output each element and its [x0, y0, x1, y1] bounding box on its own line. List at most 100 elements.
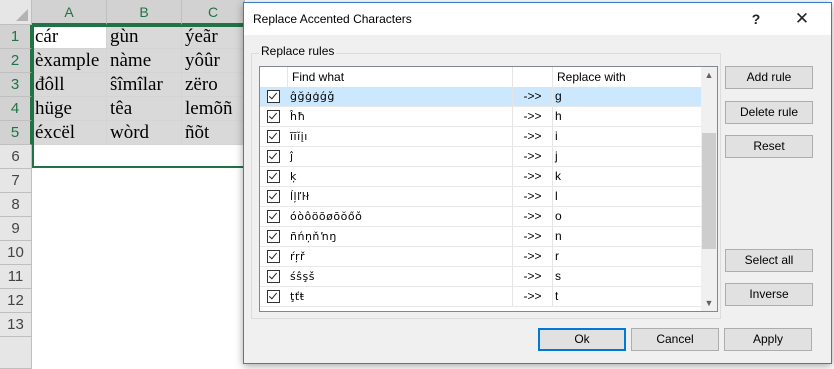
- rule-replace-text: g: [555, 89, 562, 103]
- checkbox-checked-icon[interactable]: [267, 150, 280, 163]
- rule-replace-text: t: [555, 289, 559, 303]
- delete-rule-button[interactable]: Delete rule: [725, 101, 813, 124]
- checkbox-checked-icon[interactable]: [267, 110, 280, 123]
- rule-find-text: ĝğġģǵǧ: [288, 87, 513, 106]
- scroll-up-icon[interactable]: ▲: [701, 67, 717, 83]
- cell-b3[interactable]: ŝîmîlar: [107, 73, 182, 97]
- checkbox-checked-icon[interactable]: [267, 270, 280, 283]
- cell-b5[interactable]: wòrd: [107, 121, 182, 145]
- checkbox-checked-icon[interactable]: [267, 250, 280, 263]
- column-header-c[interactable]: C: [182, 0, 245, 25]
- checkbox-checked-icon[interactable]: [267, 170, 280, 183]
- apply-button[interactable]: Apply: [724, 328, 812, 351]
- rule-row[interactable]: ţťŧ ->> t: [260, 287, 701, 307]
- rule-row[interactable]: ĩīĭįı ->> i: [260, 127, 701, 147]
- row-header-9[interactable]: 9: [0, 217, 32, 241]
- cell-c5[interactable]: ñõt: [182, 121, 245, 145]
- close-icon[interactable]: ✕: [782, 3, 822, 35]
- header-find-what[interactable]: Find what: [288, 67, 513, 87]
- dialog-titlebar[interactable]: Replace Accented Characters ? ✕: [244, 3, 831, 35]
- row-header-11[interactable]: 11: [0, 265, 32, 289]
- cell-a5[interactable]: éxcël: [32, 121, 107, 145]
- cancel-button[interactable]: Cancel: [631, 328, 719, 351]
- cell-a2[interactable]: èxample: [32, 49, 107, 73]
- row-header-1[interactable]: 1: [0, 25, 32, 49]
- rule-row[interactable]: ñńņňŉŋ ->> n: [260, 227, 701, 247]
- header-replace-with[interactable]: Replace with: [553, 67, 701, 87]
- rule-row[interactable]: śŝşš ->> s: [260, 267, 701, 287]
- add-rule-button[interactable]: Add rule: [725, 66, 813, 89]
- row-header-14: [0, 337, 32, 369]
- cell-a3[interactable]: đôll: [32, 73, 107, 97]
- rule-row[interactable]: ĥħ ->> h: [260, 107, 701, 127]
- rule-replace-text: l: [555, 189, 558, 203]
- rule-checkbox[interactable]: [260, 227, 288, 246]
- rules-list[interactable]: Find what Replace with ĝğġģǵǧ ->> g ĥħ -…: [259, 66, 718, 312]
- rule-checkbox[interactable]: [260, 107, 288, 126]
- scroll-down-icon[interactable]: ▼: [701, 295, 717, 311]
- rules-list-scrollbar[interactable]: ▲ ▼: [701, 67, 717, 311]
- row-header-3[interactable]: 3: [0, 73, 32, 97]
- cell-b1[interactable]: gùn: [107, 25, 182, 49]
- inverse-button[interactable]: Inverse: [725, 283, 813, 306]
- rule-find-text: śŝşš: [288, 267, 513, 286]
- row-header-12[interactable]: 12: [0, 289, 32, 313]
- rule-checkbox[interactable]: [260, 207, 288, 226]
- row-header-13[interactable]: 13: [0, 313, 32, 337]
- cell-c1[interactable]: ýeãr: [182, 25, 245, 49]
- rule-checkbox[interactable]: [260, 287, 288, 306]
- rule-replace-text: r: [555, 249, 559, 263]
- cell-a1[interactable]: cár: [32, 25, 107, 49]
- row-header-4[interactable]: 4: [0, 97, 32, 121]
- checkbox-checked-icon[interactable]: [267, 230, 280, 243]
- select-all-corner[interactable]: [0, 0, 32, 25]
- rule-row[interactable]: ķ ->> k: [260, 167, 701, 187]
- rule-replace-text: k: [555, 169, 561, 183]
- checkbox-checked-icon[interactable]: [267, 290, 280, 303]
- column-header-b[interactable]: B: [107, 0, 182, 25]
- checkbox-checked-icon[interactable]: [267, 210, 280, 223]
- rule-row[interactable]: ĵ ->> j: [260, 147, 701, 167]
- rule-replace-text: o: [555, 209, 562, 223]
- rule-find-text: ĩīĭįı: [288, 127, 513, 146]
- rule-checkbox[interactable]: [260, 127, 288, 146]
- cell-c2[interactable]: yôûr: [182, 49, 245, 73]
- checkbox-checked-icon[interactable]: [267, 190, 280, 203]
- cell-c3[interactable]: zëro: [182, 73, 245, 97]
- rule-checkbox[interactable]: [260, 147, 288, 166]
- checkbox-checked-icon[interactable]: [267, 90, 280, 103]
- row-header-2[interactable]: 2: [0, 49, 32, 73]
- scroll-thumb[interactable]: [702, 133, 716, 249]
- row-header-7[interactable]: 7: [0, 169, 32, 193]
- row-header-5[interactable]: 5: [0, 121, 32, 145]
- rule-find-text: ñńņňŉŋ: [288, 227, 513, 246]
- rule-row[interactable]: ĺļľŀł ->> l: [260, 187, 701, 207]
- rule-checkbox[interactable]: [260, 267, 288, 286]
- cell-b2[interactable]: nàme: [107, 49, 182, 73]
- rule-checkbox[interactable]: [260, 87, 288, 106]
- cell-c4[interactable]: lemõñ: [182, 97, 245, 121]
- rule-replace-text: j: [555, 149, 558, 163]
- rule-checkbox[interactable]: [260, 247, 288, 266]
- cell-a4[interactable]: hüge: [32, 97, 107, 121]
- rule-find-text: ţťŧ: [288, 287, 513, 306]
- column-header-a[interactable]: A: [32, 0, 107, 25]
- rule-checkbox[interactable]: [260, 167, 288, 186]
- rule-row[interactable]: ŕŗř ->> r: [260, 247, 701, 267]
- cell-b4[interactable]: têa: [107, 97, 182, 121]
- ok-button[interactable]: Ok: [538, 328, 626, 351]
- rule-find-text: ķ: [288, 167, 513, 186]
- help-button[interactable]: ?: [736, 3, 776, 35]
- replace-rules-label: Replace rules: [259, 44, 337, 58]
- reset-button[interactable]: Reset: [725, 135, 813, 158]
- row-header-6[interactable]: 6: [0, 145, 32, 169]
- select-all-button[interactable]: Select all: [725, 249, 813, 272]
- rule-arrow: ->>: [513, 87, 553, 106]
- row-header-10[interactable]: 10: [0, 241, 32, 265]
- rule-arrow: ->>: [513, 227, 553, 246]
- rule-row[interactable]: ĝğġģǵǧ ->> g: [260, 87, 701, 107]
- row-header-8[interactable]: 8: [0, 193, 32, 217]
- rule-checkbox[interactable]: [260, 187, 288, 206]
- rule-row[interactable]: óòôöõøōŏőǒ ->> o: [260, 207, 701, 227]
- checkbox-checked-icon[interactable]: [267, 130, 280, 143]
